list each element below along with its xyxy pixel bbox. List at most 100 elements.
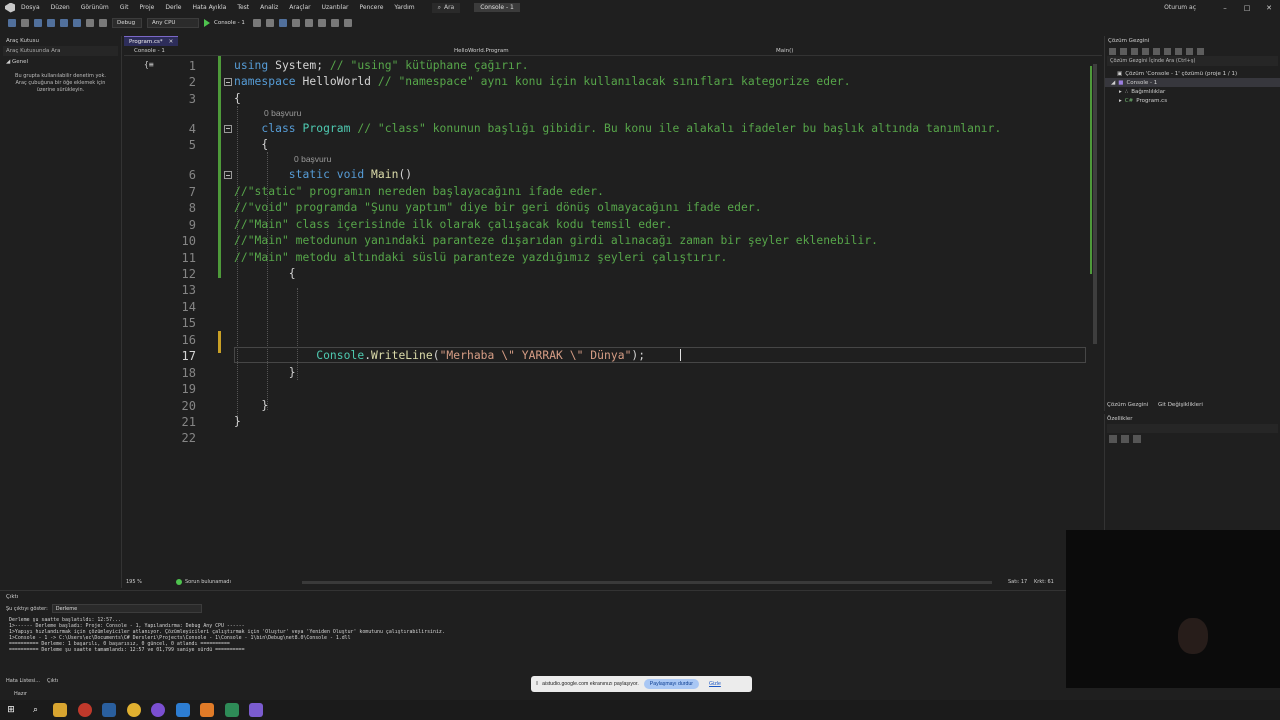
issues-status[interactable]: Sorun bulunamadı (185, 579, 231, 585)
bookmark-next-icon[interactable] (343, 19, 352, 27)
hot-reload-icon[interactable] (265, 19, 274, 27)
code-line[interactable]: 3{ (124, 91, 1090, 107)
tab-close-icon[interactable]: ✕ (169, 39, 174, 45)
hide-link[interactable]: Gizle (709, 681, 721, 687)
code-line[interactable]: 18 } (124, 365, 1090, 381)
save-all-icon[interactable] (73, 19, 81, 27)
vscode-icon[interactable] (175, 703, 190, 717)
bookmark-icon[interactable] (330, 19, 339, 27)
menu-git[interactable]: Git (120, 4, 129, 11)
collapse-all-icon[interactable] (1164, 47, 1171, 55)
code-line[interactable]: 16 (124, 332, 1090, 348)
code-line[interactable]: 15 (124, 315, 1090, 331)
global-search[interactable]: ⌕ Ara (431, 2, 461, 13)
notepad-icon[interactable] (224, 703, 239, 717)
tab-program-cs[interactable]: Program.cs* ✕ (124, 36, 179, 46)
tab-solution-explorer[interactable]: Çözüm Gezgini (1107, 402, 1148, 408)
start-without-debug-icon[interactable] (252, 19, 261, 27)
code-line[interactable]: 11 //"Main" metodu altındaki süslü parant… (124, 250, 1090, 266)
start-debug-button[interactable]: Console - 1 (204, 19, 245, 27)
sync-icon[interactable] (1153, 47, 1160, 55)
editor-vertical-scrollbar[interactable] (1090, 56, 1100, 574)
code-line[interactable]: 12 { (124, 266, 1090, 282)
code-line[interactable]: 20 } (124, 398, 1090, 414)
file-explorer-icon[interactable] (53, 703, 67, 717)
code-line[interactable]: 10 //"Main" metodunun yanındaki paranteze… (124, 233, 1090, 249)
back-icon[interactable] (8, 19, 16, 27)
collapse-region-icon[interactable] (224, 124, 232, 133)
nav-member-dropdown[interactable]: Main() (776, 48, 793, 54)
opera-icon[interactable] (77, 703, 92, 717)
layout-icon[interactable] (278, 19, 287, 27)
collapse-region-icon[interactable] (224, 78, 232, 87)
redo-icon[interactable] (99, 19, 107, 27)
tab-output[interactable]: Çıktı (47, 678, 58, 684)
windows-start-icon[interactable]: ⊞ (4, 703, 18, 717)
menu-project[interactable]: Proje (139, 4, 154, 11)
method-references-hint[interactable]: 0 başvuru (294, 154, 331, 164)
property-pages-icon[interactable] (1133, 435, 1141, 443)
show-all-files-icon[interactable] (1175, 47, 1182, 55)
output-source-dropdown[interactable]: Derleme (51, 604, 202, 613)
menu-help[interactable]: Yardım (394, 4, 414, 11)
preview-icon[interactable] (1197, 47, 1204, 55)
code-line[interactable]: 1 using System; // "using" kütüphane çağı… (124, 58, 1090, 74)
code-line[interactable]: 2 namespace HelloWorld // "namespace" ayn… (124, 74, 1090, 90)
code-editor[interactable]: {≡ 1 using System; // "using" kütüphane ç… (124, 56, 1090, 574)
menu-analyze[interactable]: Analiz (260, 4, 278, 11)
alphabetical-icon[interactable] (1121, 435, 1129, 443)
platform-dropdown[interactable]: Any CPU (147, 18, 199, 28)
new-project-icon[interactable] (34, 19, 42, 27)
zoom-level[interactable]: 195 % (126, 579, 142, 585)
menu-debug[interactable]: Hata Ayıkla (192, 4, 226, 11)
scrollbar-thumb[interactable] (1093, 64, 1097, 344)
properties-object-dropdown[interactable] (1107, 424, 1278, 433)
close-icon[interactable]: ✕ (1258, 4, 1280, 12)
code-line[interactable]: 14 (124, 299, 1090, 315)
menu-extensions[interactable]: Uzantılar (322, 4, 349, 11)
menu-file[interactable]: Dosya (21, 4, 40, 11)
categorized-icon[interactable] (1109, 435, 1117, 443)
code-line[interactable]: 5 { (124, 137, 1090, 153)
solution-search-input[interactable]: Çözüm Gezgini İçinde Ara (Ctrl+ş) (1107, 56, 1278, 66)
code-line[interactable]: 19 (124, 381, 1090, 397)
horizontal-scrollbar[interactable] (302, 581, 992, 584)
forward-icon[interactable] (21, 19, 29, 27)
undo-icon[interactable] (86, 19, 94, 27)
code-line[interactable]: 13 (124, 282, 1090, 298)
forward-icon[interactable] (1120, 47, 1127, 55)
menu-view[interactable]: Görünüm (81, 4, 109, 11)
tab-error-list[interactable]: Hata Listesi... (6, 678, 40, 684)
visual-studio-icon[interactable] (249, 703, 263, 717)
tree-project[interactable]: ◢ ■ Console - 1 (1105, 78, 1280, 87)
tab-git-changes[interactable]: Git Değişiklikleri (1158, 402, 1203, 408)
drag-handle-icon[interactable]: ‖ (536, 681, 538, 687)
nav-class-dropdown[interactable]: HelloWorld.Program (454, 48, 509, 54)
save-icon[interactable] (60, 19, 68, 27)
open-icon[interactable] (47, 19, 55, 27)
menu-test[interactable]: Test (237, 4, 249, 11)
sign-in-link[interactable]: Oturum aç (1164, 4, 1196, 11)
tree-program-cs[interactable]: ▸ C# Program.cs (1105, 96, 1280, 105)
uncomment-icon[interactable] (317, 19, 326, 27)
back-icon[interactable] (1109, 47, 1116, 55)
configuration-dropdown[interactable]: Debug (112, 18, 142, 28)
search-icon[interactable]: ⌕ (29, 703, 43, 717)
menu-tools[interactable]: Araçlar (289, 4, 310, 11)
code-line[interactable]: 22 (124, 430, 1090, 446)
format-icon[interactable] (291, 19, 300, 27)
stop-sharing-button[interactable]: Paylaşmayı durdur (643, 679, 700, 689)
menu-edit[interactable]: Düzen (51, 4, 70, 11)
class-references-hint[interactable]: 0 başvuru (264, 108, 301, 118)
switch-views-icon[interactable] (1142, 47, 1149, 55)
tree-solution[interactable]: ▣ Çözüm 'Console - 1' çözümü (proje 1 / … (1105, 69, 1280, 78)
steam-icon[interactable] (102, 703, 116, 717)
code-line[interactable]: 17 Console.WriteLine("Merhaba \" YARRAK … (124, 348, 1090, 364)
code-line[interactable]: 8 //"void" programda "Şunu yaptım" diye b… (124, 200, 1090, 216)
properties-icon[interactable] (1186, 47, 1193, 55)
minimize-icon[interactable]: – (1214, 4, 1236, 12)
tree-dependencies[interactable]: ▸ ∴ Bağımlılıklar (1105, 87, 1280, 96)
output-text[interactable]: Derleme şu saatte başlatıldı: 12:57... 1… (0, 614, 1066, 657)
maximize-icon[interactable]: □ (1236, 4, 1258, 12)
nav-project-dropdown[interactable]: Console - 1 (134, 48, 165, 54)
